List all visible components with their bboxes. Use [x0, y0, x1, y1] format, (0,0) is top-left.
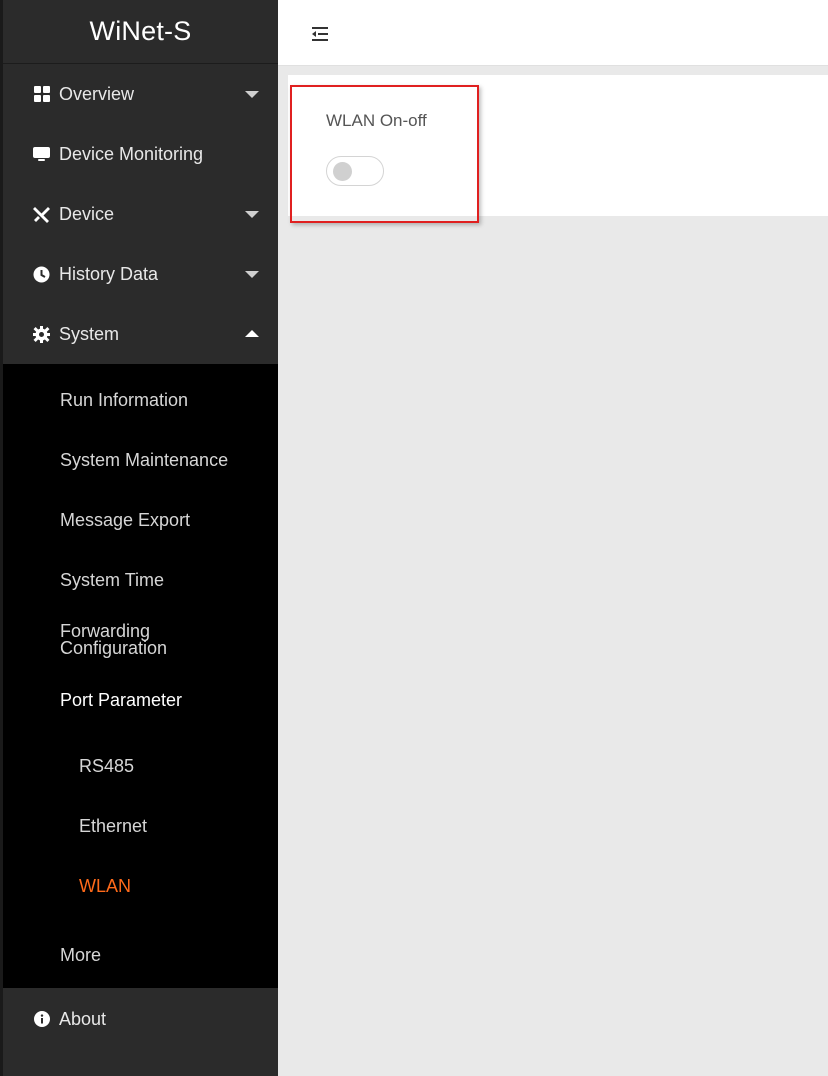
menu-item-label: Device: [59, 203, 115, 224]
submenu-item-more[interactable]: More: [3, 916, 278, 988]
submenu-item-system-time[interactable]: System Time: [3, 550, 278, 610]
info-icon: [33, 1011, 50, 1028]
submenu-item-forwarding-configuration[interactable]: Forwarding Configuration: [3, 610, 278, 670]
submenu-item-label: More: [60, 944, 102, 965]
monitor-icon: [33, 146, 50, 163]
menu-item-label: History Data: [59, 263, 159, 284]
menu-item-label: About: [59, 1008, 107, 1029]
submenu-item-port-parameter[interactable]: Port Parameter: [3, 670, 278, 730]
submenu-item-label: Run Information: [60, 389, 189, 410]
gear-icon: [33, 325, 50, 343]
menu-item-label: System: [59, 323, 120, 344]
submenu-item-message-export[interactable]: Message Export: [3, 490, 278, 550]
menu-item-about[interactable]: About: [3, 988, 278, 1050]
menu-item-label: Overview: [59, 83, 135, 104]
submenu-item-label: System Maintenance: [60, 449, 229, 470]
collapse-menu-icon[interactable]: [308, 22, 332, 46]
submenu-item-label: RS485: [79, 755, 135, 776]
chevron-up-icon: [245, 330, 259, 337]
menu-item-device[interactable]: Device: [3, 184, 278, 244]
highlight-box: [290, 85, 479, 223]
submenu-item-run-information[interactable]: Run Information: [3, 370, 278, 430]
brand-title: WiNet-S: [3, 0, 278, 64]
wlan-toggle-switch[interactable]: [326, 156, 384, 186]
menu-item-history-data[interactable]: History Data: [3, 244, 278, 304]
menu-item-overview[interactable]: Overview: [3, 64, 278, 124]
menu-item-system[interactable]: System: [3, 304, 278, 364]
submenu-item-label: System Time: [60, 569, 165, 590]
clock-icon: [33, 266, 50, 283]
submenu-item-label: WLAN: [79, 875, 132, 896]
menu-item-device-monitoring[interactable]: Device Monitoring: [3, 124, 278, 184]
submenu-item-ethernet[interactable]: Ethernet: [3, 796, 278, 856]
tools-icon: [33, 206, 50, 223]
app: WiNet-S Overview Device Monitoring Devic…: [0, 0, 828, 1076]
submenu-item-system-maintenance[interactable]: System Maintenance: [3, 430, 278, 490]
wlan-on-off-label: WLAN On-off: [326, 111, 427, 130]
submenu-item-label: Port Parameter: [60, 689, 183, 710]
chevron-down-icon: [245, 271, 259, 278]
system-submenu: Run Information System Maintenance Messa…: [3, 364, 278, 988]
top-bar: [278, 0, 828, 66]
submenu-item-rs485[interactable]: RS485: [3, 730, 278, 796]
sidebar: WiNet-S Overview Device Monitoring Devic…: [0, 0, 278, 1076]
menu-item-label: Device Monitoring: [59, 143, 204, 164]
submenu-item-wlan[interactable]: WLAN: [3, 856, 278, 916]
grid-icon: [33, 86, 50, 103]
toggle-knob: [333, 162, 352, 181]
submenu-item-label: Message Export: [60, 509, 191, 530]
chevron-down-icon: [245, 211, 259, 218]
submenu-item-label: Forwarding Configuration: [60, 622, 168, 658]
submenu-item-label: Ethernet: [79, 815, 148, 836]
submenu-item-label-line2: Configuration: [60, 638, 168, 658]
chevron-down-icon: [245, 91, 259, 98]
